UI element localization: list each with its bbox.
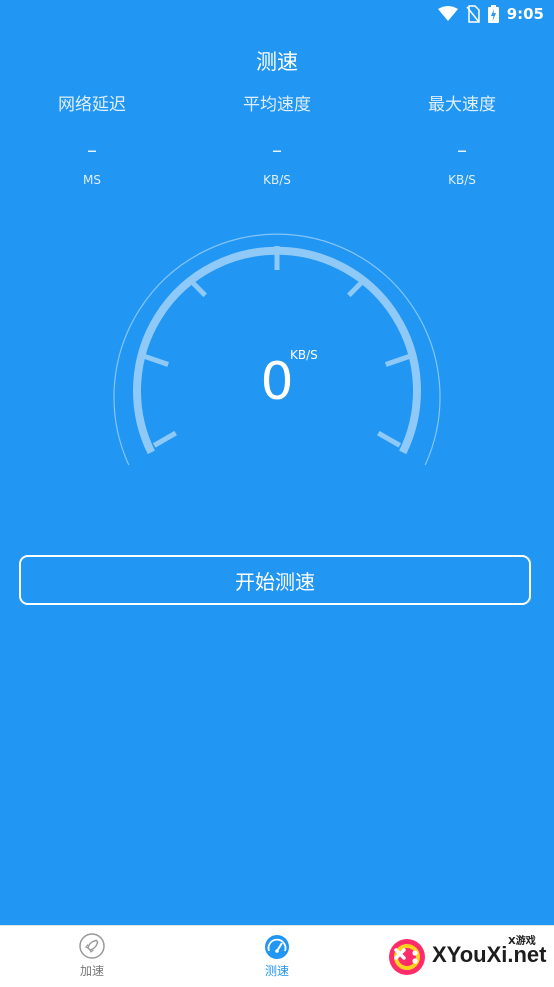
stat-label: 平均速度 [243,95,311,115]
rocket-icon [79,933,105,959]
stat-value: – [272,138,282,162]
stat-unit: KB/S [448,173,476,187]
start-speed-test-button[interactable]: 开始测速 [19,555,531,605]
speedometer-icon [265,935,289,959]
watermark-brand-text: XYouXi.net [432,942,547,967]
stat-unit: KB/S [263,173,291,187]
status-icons: 9:05 [437,4,544,24]
nav-label: 加速 [79,964,104,978]
stat-unit: MS [83,173,101,187]
gauge-speed-unit: KB/S [290,348,318,362]
status-time: 9:05 [506,5,544,23]
gauge-ticks [144,246,410,448]
stat-value: – [87,138,97,162]
gauge-tick [152,430,177,448]
gauge-tick [377,430,402,448]
stat-label: 网络延迟 [58,95,126,115]
nav-item-speed-test[interactable]: 测速 [217,932,337,979]
nav-label: 测速 [264,964,289,978]
gauge-speed-value: 0 [260,352,294,412]
stat-value: – [457,138,467,162]
speed-gauge [113,233,441,466]
gamepad-icon [389,939,425,975]
stat-latency: 网络延迟 – MS [0,94,184,188]
watermark-logo: X游戏 XYouXi.net [382,928,554,986]
status-bar: 9:05 [0,0,554,28]
stat-max-speed: 最大速度 – KB/S [370,94,554,188]
page-title: 测速 [256,50,298,74]
no-sim-icon [466,5,480,23]
nav-item-accelerate[interactable]: 加速 [32,932,152,979]
wifi-icon [437,6,458,21]
battery-charging-icon [487,5,499,23]
stat-label: 最大速度 [428,95,496,115]
stat-average-speed: 平均速度 – KB/S [185,94,369,188]
